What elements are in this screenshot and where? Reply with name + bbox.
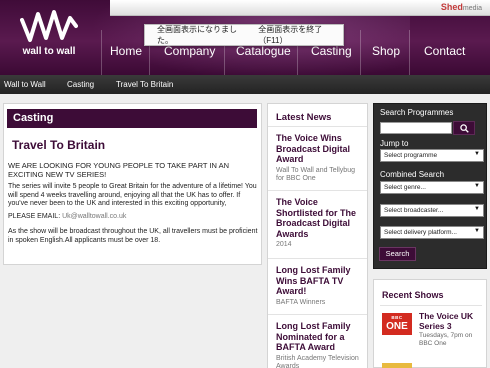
fullscreen-notice: 全画面表示になりました。 全画面表示を終了（F11） (144, 24, 344, 46)
news-subtitle: 2014 (276, 241, 292, 248)
recent-shows: Recent Shows BBC ONE The Voice UK Series… (373, 279, 487, 368)
nav-divider (409, 30, 410, 75)
news-title[interactable]: Long Lost Family Nominated for a BAFTA A… (276, 321, 359, 353)
news-title[interactable]: Long Lost Family Wins BAFTA TV Award! (276, 265, 359, 297)
news-subtitle: BAFTA Winners (276, 298, 326, 306)
fullscreen-message: 全画面表示になりました。 (157, 25, 237, 45)
combined-search-label: Combined Search (380, 170, 445, 179)
article-title: Travel To Britain (12, 138, 106, 152)
jump-label: Jump to (380, 139, 409, 148)
news-item[interactable]: Long Lost Family Nominated for a BAFTA A… (268, 321, 367, 368)
news-subtitle: Wall To Wall and Tellybug for BBC One (276, 166, 355, 183)
divider (380, 305, 482, 306)
channel-logo[interactable]: BBC ONE (382, 313, 412, 335)
main-content: Casting Travel To Britain WE ARE LOOKING… (3, 103, 262, 265)
programme-select[interactable]: Select programme ▼ (380, 149, 484, 162)
news-subtitle: British Academy Television Awards (276, 354, 359, 368)
sponsor-name: Shed (440, 2, 463, 12)
email-link[interactable]: Uk@walltowall.co.uk (62, 213, 126, 220)
logo-wave-icon (20, 10, 78, 42)
divider (268, 314, 367, 315)
chevron-down-icon: ▼ (474, 151, 480, 157)
nav-casting[interactable]: Casting (311, 44, 352, 60)
divider (268, 258, 367, 259)
recent-show-time: Tuesdays, 7pm on BBC One (419, 332, 472, 348)
breadcrumb-home[interactable]: Wall to Wall (4, 80, 46, 89)
channel-logo-main: ONE (386, 321, 408, 332)
channel-logo-top: BBC (391, 315, 403, 320)
email-label: PLEASE EMAIL: (8, 213, 61, 220)
section-title: Casting (7, 109, 257, 128)
chevron-down-icon: ▼ (474, 228, 480, 234)
news-item[interactable]: Long Lost Family Wins BAFTA TV Award! BA… (268, 265, 367, 307)
nav-contact[interactable]: Contact (424, 44, 465, 60)
search-input[interactable] (380, 122, 452, 134)
broadcaster-select[interactable]: Select broadcaster... ▼ (380, 204, 484, 217)
article-paragraph: As the show will be broadcast throughout… (8, 228, 258, 244)
news-heading: Latest News (276, 112, 332, 123)
nav-company[interactable]: Company (164, 44, 215, 60)
chevron-down-icon: ▼ (474, 206, 480, 212)
email-line: PLEASE EMAIL: Uk@walltowall.co.uk (8, 213, 260, 222)
news-title[interactable]: The Voice Shortlisted for The Broadcast … (276, 197, 359, 239)
breadcrumb: Wall to Wall Casting Travel To Britain (0, 75, 490, 94)
logo[interactable]: wall to wall (14, 8, 84, 58)
news-title[interactable]: The Voice Wins Broadcast Digital Award (276, 133, 359, 165)
article-paragraph: The series will invite 5 people to Great… (8, 183, 257, 208)
programme-select-value: Select programme (384, 152, 438, 159)
sponsor-logo[interactable]: Shedmedia (441, 2, 482, 12)
search-label: Search Programmes (380, 108, 454, 117)
nav-catalogue[interactable]: Catalogue (236, 44, 291, 60)
search-icon (459, 123, 469, 133)
fullscreen-exit-hint[interactable]: 全画面表示を終了（F11） (258, 24, 343, 46)
recent-show-title[interactable]: The Voice UK Series 3 (419, 311, 486, 331)
recent-show-channel: BBC One (419, 340, 447, 347)
nav-divider (360, 30, 361, 75)
latest-news: Latest News The Voice Wins Broadcast Dig… (267, 103, 368, 368)
nav-divider (101, 30, 102, 75)
nav-home[interactable]: Home (110, 44, 142, 60)
logo-text: wall to wall (22, 46, 76, 57)
sponsor-suffix: media (462, 5, 482, 12)
news-item[interactable]: The Voice Shortlisted for The Broadcast … (268, 197, 367, 250)
recent-show-schedule: Tuesdays, 7pm on (419, 332, 473, 339)
nav-shop[interactable]: Shop (372, 44, 400, 60)
top-strip: Shedmedia (110, 0, 490, 16)
search-button[interactable]: Search (379, 247, 416, 261)
news-item[interactable]: The Voice Wins Broadcast Digital Award W… (268, 133, 367, 184)
breadcrumb-current: Travel To Britain (116, 80, 174, 89)
platform-select-value: Select delivery platform... (384, 229, 457, 236)
search-submit-button[interactable] (453, 121, 475, 135)
divider (268, 126, 367, 127)
chevron-down-icon: ▼ (474, 183, 480, 189)
genre-select[interactable]: Select genre... ▼ (380, 181, 484, 194)
divider (268, 190, 367, 191)
recent-heading: Recent Shows (382, 290, 444, 300)
channel-logo[interactable] (382, 363, 412, 368)
genre-select-value: Select genre... (384, 184, 426, 191)
broadcaster-select-value: Select broadcaster... (384, 207, 444, 214)
platform-select[interactable]: Select delivery platform... ▼ (380, 226, 484, 239)
article-lead: WE ARE LOOKING FOR YOUNG PEOPLE TO TAKE … (8, 161, 230, 180)
breadcrumb-casting[interactable]: Casting (67, 80, 94, 89)
